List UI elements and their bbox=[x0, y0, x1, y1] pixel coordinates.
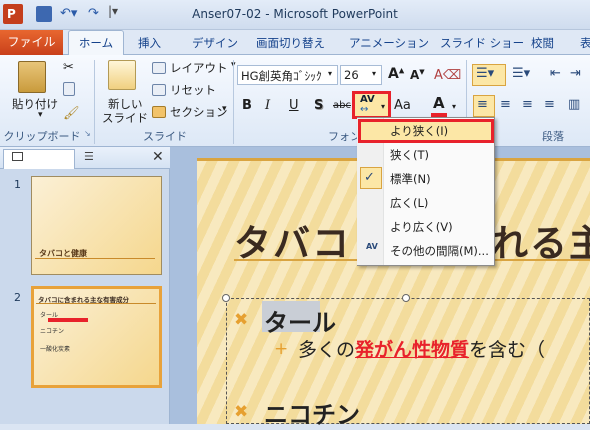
tab-review[interactable]: 校閲 bbox=[525, 33, 560, 54]
align-left-icon: ≡ bbox=[477, 97, 488, 112]
strikethrough-button[interactable]: abc bbox=[333, 100, 351, 111]
font-color-dropdown-icon[interactable]: ▾ bbox=[452, 102, 456, 111]
menu-item-more-spacing[interactable]: その他の間隔(M)... bbox=[358, 239, 492, 263]
clear-formatting-icon[interactable]: A⌫ bbox=[434, 68, 461, 83]
resize-handle[interactable] bbox=[222, 294, 230, 302]
tab-transitions[interactable]: 画面切り替え bbox=[250, 33, 331, 54]
thumbnail-2-line: ニコチン bbox=[40, 328, 65, 335]
reset-icon[interactable] bbox=[152, 84, 166, 96]
tab-slideshow[interactable]: スライド ショー bbox=[434, 33, 530, 54]
thumbnail-number: 1 bbox=[14, 178, 21, 191]
layout-icon[interactable] bbox=[152, 62, 166, 74]
tab-table[interactable]: 表 bbox=[574, 33, 590, 54]
section-button[interactable]: セクション bbox=[170, 104, 228, 120]
thumbnail-2-highlight bbox=[48, 318, 88, 322]
menu-item-very-loose[interactable]: より広く(V) bbox=[358, 215, 492, 239]
columns-icon[interactable]: ▥ bbox=[568, 97, 580, 112]
paste-button-label[interactable]: 貼り付け bbox=[12, 96, 58, 112]
new-slide-icon[interactable] bbox=[108, 60, 136, 90]
font-size-value: 26 bbox=[344, 68, 359, 82]
menu-item-very-tight[interactable]: より狭く(I) bbox=[358, 119, 492, 143]
tab-animations[interactable]: アニメーション bbox=[343, 33, 435, 54]
spacing-arrow-icon: ↔ bbox=[360, 104, 369, 115]
increase-indent-icon[interactable]: ⇥ bbox=[570, 66, 581, 81]
menu-item-normal[interactable]: 標準(N) bbox=[358, 167, 492, 191]
sub-bullet-text[interactable]: 多くの発がん性物質を含む（ bbox=[298, 335, 545, 362]
thumbnail-2-line: 一酸化炭素 bbox=[40, 346, 71, 353]
tab-file[interactable]: ファイル bbox=[0, 30, 63, 55]
italic-button[interactable]: I bbox=[265, 98, 270, 113]
thumbnail-2-rule bbox=[36, 303, 156, 304]
group-divider bbox=[233, 60, 234, 144]
decrease-indent-icon[interactable]: ⇤ bbox=[550, 66, 561, 81]
underline-button[interactable]: U bbox=[289, 98, 299, 113]
change-case-button[interactable]: Aa bbox=[394, 98, 411, 113]
clipboard-group-label: クリップボード bbox=[3, 130, 81, 143]
close-pane-icon[interactable]: ✕ bbox=[152, 149, 164, 165]
font-color-button[interactable]: A bbox=[433, 94, 445, 112]
align-right-icon[interactable]: ≡ bbox=[522, 97, 533, 112]
outline-tab-icon[interactable]: ☰ bbox=[84, 150, 94, 163]
layout-button[interactable]: レイアウト bbox=[170, 60, 228, 76]
new-slide-label-2[interactable]: スライド bbox=[102, 110, 148, 126]
shadow-button[interactable]: S bbox=[314, 98, 323, 113]
window-title: Anser07-02 - Microsoft PowerPoint bbox=[192, 7, 398, 21]
clipboard-launcher-icon[interactable]: ↘ bbox=[84, 129, 91, 138]
tab-insert[interactable]: 挿入 bbox=[132, 33, 167, 54]
paste-icon[interactable] bbox=[18, 61, 46, 93]
thumbnail-1-rule bbox=[35, 258, 155, 259]
thumbnail-number: 2 bbox=[14, 291, 21, 304]
paste-dropdown-icon[interactable]: ▾ bbox=[38, 110, 43, 120]
shrink-font-icon[interactable]: A▼ bbox=[410, 68, 425, 82]
menu-item-tight[interactable]: 狭く(T) bbox=[358, 143, 492, 167]
tab-design[interactable]: デザイン bbox=[186, 33, 244, 54]
bullets-icon: ☰▾ bbox=[476, 66, 495, 81]
justify-icon[interactable]: ≡ bbox=[544, 97, 555, 112]
numbering-icon[interactable]: ☰▾ bbox=[512, 66, 530, 81]
paragraph-group-label: 段落 bbox=[542, 130, 564, 143]
spacing-dropdown-icon[interactable]: ▾ bbox=[381, 102, 385, 111]
section-icon[interactable] bbox=[152, 106, 166, 118]
font-name-dropdown-icon[interactable]: ▾ bbox=[328, 69, 332, 78]
bullet-text[interactable]: ニコチン bbox=[264, 395, 360, 430]
slide-thumbnail-1[interactable] bbox=[31, 176, 162, 275]
slides-group-label: スライド bbox=[143, 130, 187, 143]
format-painter-icon[interactable]: 🖌 bbox=[63, 106, 80, 121]
copy-icon[interactable] bbox=[63, 82, 75, 96]
section-dropdown-icon[interactable]: ▾ bbox=[222, 104, 227, 114]
slides-tab-icon bbox=[12, 152, 23, 161]
reset-button[interactable]: リセット bbox=[170, 82, 216, 98]
align-center-icon[interactable]: ≡ bbox=[500, 97, 511, 112]
resize-handle[interactable] bbox=[402, 294, 410, 302]
menu-item-loose[interactable]: 広く(L) bbox=[358, 191, 492, 215]
tab-home[interactable]: ホーム bbox=[68, 30, 124, 56]
bullet-text[interactable]: タール bbox=[264, 303, 336, 338]
font-size-dropdown-icon[interactable]: ▾ bbox=[372, 69, 376, 78]
grow-font-icon[interactable]: A▲ bbox=[388, 66, 404, 82]
cut-icon[interactable]: ✂ bbox=[63, 60, 74, 75]
bullet-marker-icon: ✖ bbox=[234, 310, 249, 330]
sub-bullet-marker-icon: + bbox=[274, 339, 289, 359]
bold-button[interactable]: B bbox=[242, 98, 252, 113]
bullet-marker-icon: ✖ bbox=[234, 402, 249, 422]
font-name-value: HG創英角ｺﾞｼｯｸ bbox=[241, 69, 322, 83]
group-divider bbox=[94, 60, 95, 144]
